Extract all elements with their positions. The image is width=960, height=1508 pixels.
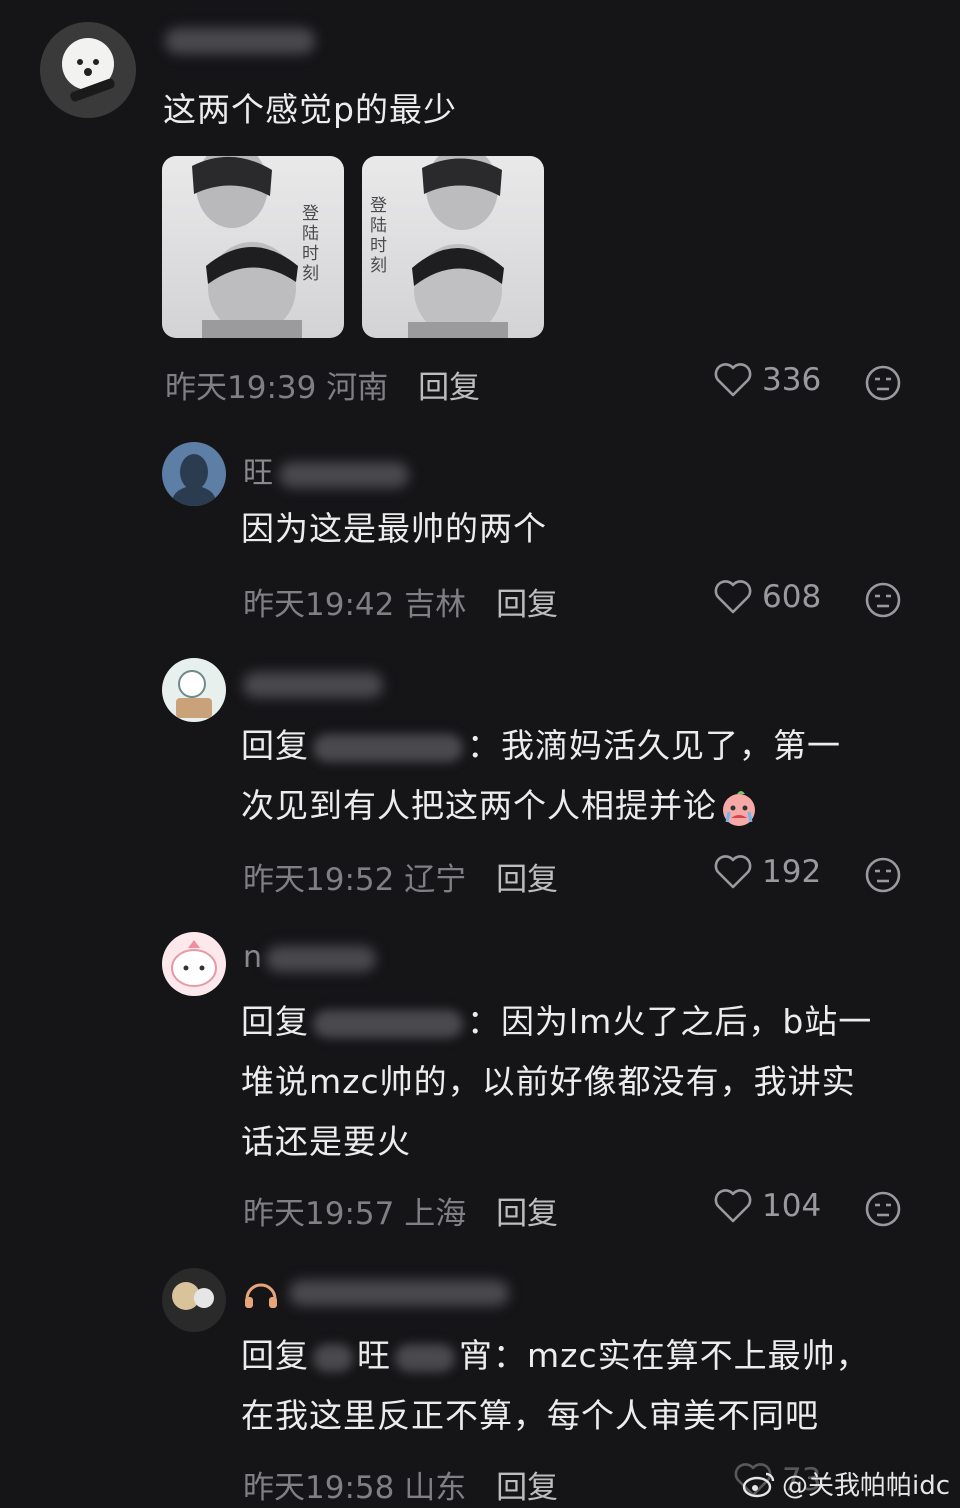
comment-images: 登陆时刻 登陆时刻: [162, 156, 544, 338]
heart-icon: [714, 855, 752, 889]
comment-time: 昨天19:39: [165, 370, 317, 406]
comment-meta: 昨天19:57 上海 回复: [243, 1188, 558, 1233]
comment-location: 上海: [404, 1196, 467, 1232]
comment-time: 昨天19:42: [243, 587, 395, 623]
like-count: 608: [762, 579, 822, 615]
like-button[interactable]: 192: [714, 854, 821, 890]
reply-button[interactable]: 回复: [496, 587, 558, 623]
comment-text: 回复 ：我滴妈活久见了，第一 次见到有人把这两个人相提并论: [241, 716, 921, 836]
avatar[interactable]: [162, 932, 226, 996]
reply-button[interactable]: 回复: [496, 1196, 558, 1232]
username[interactable]: n: [243, 940, 377, 975]
heart-icon: [714, 1189, 752, 1223]
like-count: 336: [762, 362, 822, 398]
watermark: @关我帕帕idc: [742, 1465, 950, 1502]
username[interactable]: [243, 666, 383, 701]
comment-location: 河南: [326, 370, 389, 406]
reply-button[interactable]: 回复: [418, 370, 480, 406]
dislike-face-icon[interactable]: [864, 581, 902, 619]
username[interactable]: 旺: [243, 448, 409, 492]
comment-image[interactable]: 登陆时刻: [162, 156, 344, 338]
heart-icon: [714, 363, 752, 397]
comment-text: 因为这是最帅的两个: [241, 509, 547, 548]
comment-text: 这两个感觉p的最少: [163, 90, 457, 129]
comment-image[interactable]: 登陆时刻: [362, 156, 544, 338]
weibo-logo-icon: [742, 1472, 775, 1497]
comment-meta: 昨天19:52 辽宁 回复: [243, 854, 558, 899]
comment-meta: 昨天19:58 山东 回复: [243, 1462, 558, 1507]
dislike-face-icon[interactable]: [864, 1190, 902, 1228]
reply-button[interactable]: 回复: [496, 862, 558, 898]
avatar[interactable]: [162, 1268, 226, 1332]
dislike-face-icon[interactable]: [864, 364, 902, 402]
comment-time: 昨天19:57: [243, 1196, 395, 1232]
username[interactable]: [243, 1274, 509, 1309]
username[interactable]: [165, 22, 315, 57]
comment-time: 昨天19:58: [243, 1470, 395, 1506]
like-count: 104: [762, 1188, 822, 1224]
like-button[interactable]: 608: [714, 579, 821, 615]
comment-text: 回复 ：因为lm火了之后，b站一 堆说mzc帅的，以前好像都没有，我讲实 话还是要…: [241, 1002, 873, 1161]
like-button[interactable]: 336: [714, 362, 821, 398]
avatar[interactable]: [162, 442, 226, 506]
comment-meta: 昨天19:39 河南 回复: [165, 362, 480, 407]
avatar[interactable]: [162, 658, 226, 722]
avatar[interactable]: [40, 22, 136, 118]
like-count: 192: [762, 854, 822, 890]
comment-location: 辽宁: [404, 862, 467, 898]
headphones-icon: [245, 1283, 277, 1308]
comment-text: 回复旺宵：mzc实在算不上最帅， 在我这里反正不算，每个人审美不同吧: [241, 1336, 870, 1435]
crying-emoji-icon: [723, 790, 755, 826]
image-caption: 登陆时刻: [302, 204, 319, 284]
comment-time: 昨天19:52: [243, 862, 395, 898]
image-caption: 登陆时刻: [370, 196, 387, 276]
heart-icon: [714, 580, 752, 614]
comment-location: 吉林: [404, 587, 467, 623]
comment-meta: 昨天19:42 吉林 回复: [243, 579, 558, 624]
reply-button[interactable]: 回复: [496, 1470, 558, 1506]
like-button[interactable]: 104: [714, 1188, 821, 1224]
dislike-face-icon[interactable]: [864, 856, 902, 894]
comment-location: 山东: [404, 1470, 467, 1506]
